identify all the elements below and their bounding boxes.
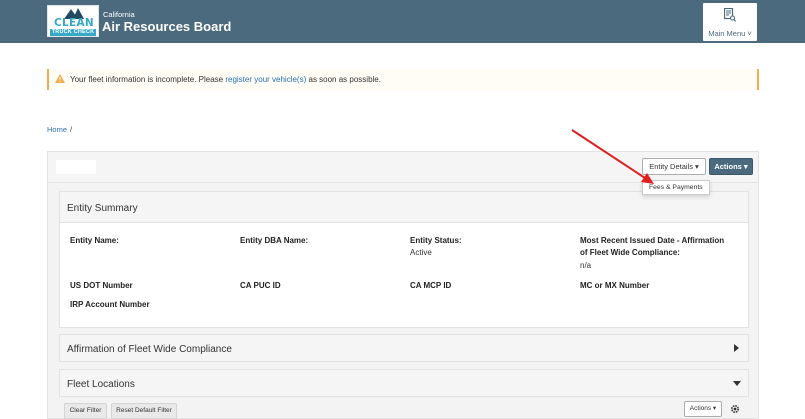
entity-toolbar: Entity Details ▾ Actions ▾ [48, 152, 758, 183]
entity-summary-header: Entity Summary [60, 192, 748, 223]
entity-details-dropdown: Fees & Payments [642, 180, 710, 195]
clean-truck-check-logo[interactable]: CLEAN TRUCK CHECK [47, 5, 99, 37]
logo-word: CLEAN [54, 17, 94, 29]
locations-actions-button[interactable]: Actions ▾ [684, 401, 722, 417]
fleet-locations-section-toggle[interactable]: Fleet Locations [59, 369, 749, 397]
gear-icon[interactable] [730, 404, 740, 414]
entity-status-label: Entity Status: [410, 236, 462, 245]
incomplete-fleet-alert: Your fleet information is incomplete. Pl… [47, 69, 759, 90]
warning-icon [55, 74, 65, 83]
breadcrumb-home-link[interactable]: Home [47, 125, 67, 134]
entity-dba-label: Entity DBA Name: [240, 236, 309, 245]
register-vehicles-link[interactable]: register your vehicle(s) [225, 75, 306, 84]
main-menu-label: Main Menu ˅ [708, 29, 752, 38]
site-header: CLEAN TRUCK CHECK California Air Resourc… [0, 0, 805, 43]
mc-mx-label: MC or MX Number [580, 281, 650, 290]
clear-filter-button[interactable]: Clear Filter [64, 403, 107, 419]
breadcrumb-separator: / [70, 125, 73, 134]
alert-text-after: as soon as possible. [306, 75, 381, 84]
us-dot-label: US DOT Number [70, 281, 133, 290]
redacted-entity-title [56, 160, 96, 174]
fees-payments-menu-item[interactable]: Fees & Payments [649, 184, 703, 191]
alert-text-before: Your fleet information is incomplete. Pl… [70, 75, 226, 84]
org-state: California [103, 10, 135, 19]
caret-down-icon [733, 381, 741, 386]
fleet-locations-header: Fleet Locations [60, 370, 748, 396]
affirmation-title: Affirmation of Fleet Wide Compliance [67, 344, 232, 355]
logo-tagline: TRUCK CHECK [50, 29, 96, 36]
entity-summary-title: Entity Summary [67, 203, 138, 214]
recent-issued-date-label-line1: Most Recent Issued Date - Affirmation [580, 236, 725, 245]
entity-status-value: Active [410, 248, 432, 257]
actions-button[interactable]: Actions ▾ [709, 158, 753, 175]
ca-mcp-label: CA MCP ID [410, 281, 452, 290]
entity-panel: Entity Details ▾ Actions ▾ Fees & Paymen… [47, 151, 759, 419]
ca-puc-label: CA PUC ID [240, 281, 281, 290]
breadcrumb: Home / [47, 125, 72, 134]
caret-right-icon [734, 344, 739, 352]
document-search-icon [724, 8, 736, 22]
irp-account-label: IRP Account Number [70, 300, 150, 309]
recent-issued-date-value: n/a [580, 261, 592, 270]
alert-message: Your fleet information is incomplete. Pl… [70, 75, 381, 84]
entity-summary-card: Entity Summary Entity Name: Entity DBA N… [59, 191, 749, 328]
affirmation-section-toggle[interactable]: Affirmation of Fleet Wide Compliance [59, 334, 749, 362]
org-name[interactable]: Air Resources Board [102, 20, 231, 34]
main-menu-button[interactable]: Main Menu ˅ [703, 3, 757, 41]
entity-name-label: Entity Name: [70, 236, 119, 245]
reset-default-filter-button[interactable]: Reset Default Filter [111, 403, 177, 419]
recent-issued-date-label-line2: of Fleet Wide Compliance: [580, 248, 680, 257]
affirmation-header: Affirmation of Fleet Wide Compliance [60, 335, 748, 361]
fleet-locations-title: Fleet Locations [67, 379, 135, 390]
entity-details-button[interactable]: Entity Details ▾ [642, 158, 706, 175]
page: CLEAN TRUCK CHECK California Air Resourc… [0, 0, 805, 419]
